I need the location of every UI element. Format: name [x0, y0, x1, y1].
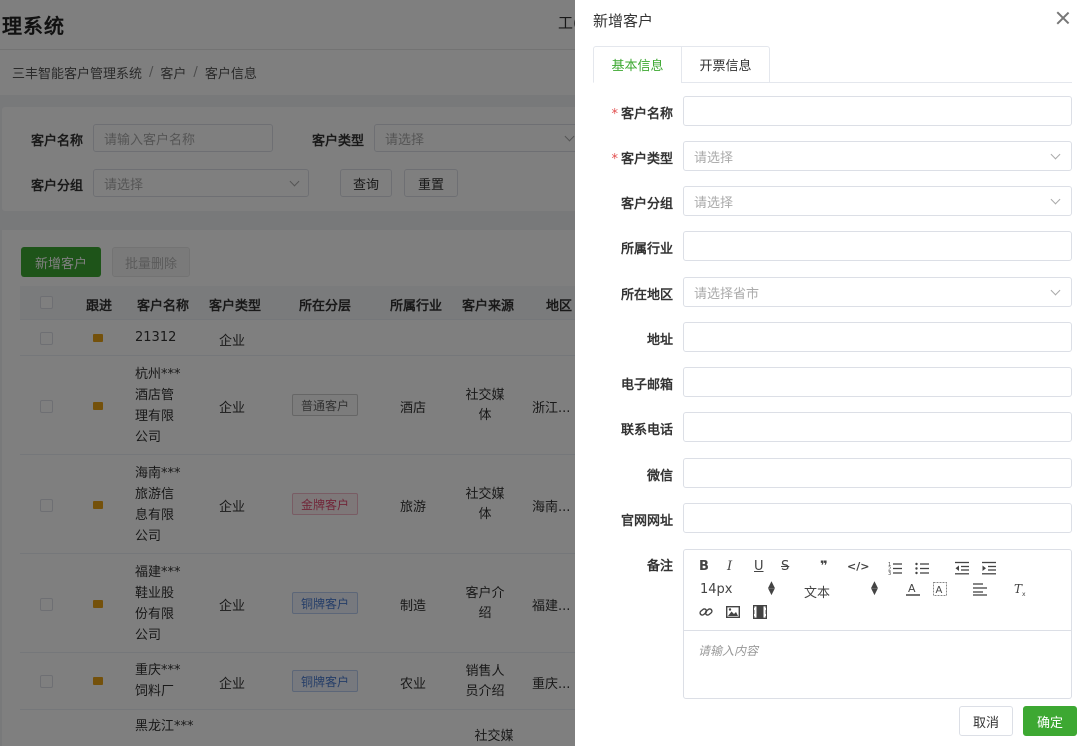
chevron-down-icon [1050, 285, 1061, 295]
customer-type-select[interactable]: 请选择 [683, 141, 1072, 171]
svg-text:x: x [1022, 591, 1026, 596]
indent-icon[interactable] [982, 561, 996, 575]
code-block-button[interactable]: </> [847, 560, 869, 573]
strikethrough-button[interactable]: S [781, 559, 789, 574]
font-size-select[interactable]: 14px [700, 582, 733, 597]
chevron-down-icon [1050, 149, 1061, 159]
updown-icon[interactable]: ▲ ▼ [768, 581, 775, 597]
bold-button[interactable]: B [699, 559, 709, 574]
chevron-down-icon [1050, 194, 1061, 204]
industry-input[interactable] [683, 231, 1072, 261]
website-input[interactable] [683, 503, 1072, 533]
background-color-icon[interactable]: A [933, 582, 947, 596]
ordered-list-icon[interactable]: 123 [888, 561, 902, 575]
svg-text:A: A [936, 585, 943, 596]
drawer-tabs: 基本信息 开票信息 [593, 46, 1072, 83]
phone-label: 联系电话 [620, 423, 673, 438]
drawer-title: 新增客户 [593, 12, 654, 30]
email-input[interactable] [683, 367, 1072, 397]
image-icon[interactable] [726, 605, 740, 619]
region-cascader[interactable]: 请选择省市 [683, 277, 1072, 307]
region-placeholder: 请选择省市 [694, 286, 760, 302]
add-customer-drawer: 新增客户 基本信息 开票信息 * 客户名称 * 客户类型 请选择 客户分组 请选择 … [575, 0, 1080, 746]
phone-input[interactable] [683, 412, 1072, 442]
cancel-button[interactable]: 取消 [959, 706, 1013, 736]
video-icon[interactable] [753, 605, 767, 619]
remark-rich-editor: B I U S ❞ </> 123 14px ▲ ▼ 文本 ▲ ▼ A A Tx 请… [683, 549, 1072, 699]
text-color-icon[interactable]: A [906, 582, 920, 596]
website-label: 官网网址 [620, 514, 673, 529]
align-icon[interactable] [973, 582, 987, 596]
customer-type-placeholder: 请选择 [694, 150, 734, 166]
customer-name-label: * 客户名称 [605, 103, 673, 122]
bullet-list-icon[interactable] [915, 561, 929, 575]
editor-placeholder[interactable]: 请输入内容 [698, 642, 758, 659]
italic-button[interactable]: I [727, 559, 732, 574]
customer-type-label-text: 客户类型 [620, 152, 673, 167]
customer-name-input[interactable] [683, 96, 1072, 126]
customer-group-select[interactable]: 请选择 [683, 186, 1072, 216]
editor-toolbar: B I U S ❞ </> 123 14px ▲ ▼ 文本 ▲ ▼ A A Tx [684, 550, 1071, 631]
clear-format-icon[interactable]: Tx [1014, 582, 1028, 596]
region-label: 所在地区 [620, 288, 673, 303]
outdent-icon[interactable] [955, 561, 969, 575]
required-mark: * [611, 152, 618, 167]
confirm-button[interactable]: 确定 [1023, 706, 1077, 736]
underline-button[interactable]: U [754, 559, 764, 574]
wechat-input[interactable] [683, 458, 1072, 488]
updown-icon[interactable]: ▲ ▼ [871, 581, 878, 597]
address-input[interactable] [683, 322, 1072, 352]
remark-label: 备注 [646, 559, 673, 574]
address-label: 地址 [646, 333, 673, 348]
email-label: 电子邮箱 [620, 378, 673, 393]
svg-text:A: A [908, 582, 916, 595]
header-select[interactable]: 文本 [804, 582, 830, 601]
industry-label: 所属行业 [620, 242, 673, 257]
required-mark: * [611, 107, 618, 122]
tab-invoice-info[interactable]: 开票信息 [681, 46, 770, 83]
customer-group-placeholder: 请选择 [694, 195, 734, 211]
svg-text:3: 3 [888, 571, 891, 575]
customer-type-label: * 客户类型 [605, 148, 673, 167]
customer-group-label: 客户分组 [620, 197, 673, 212]
blockquote-button[interactable]: ❞ [820, 559, 828, 574]
link-icon[interactable] [699, 605, 713, 619]
wechat-label: 微信 [646, 469, 673, 484]
customer-name-label-text: 客户名称 [620, 107, 673, 122]
tab-basic-info[interactable]: 基本信息 [593, 46, 682, 83]
close-icon[interactable] [1055, 10, 1071, 26]
